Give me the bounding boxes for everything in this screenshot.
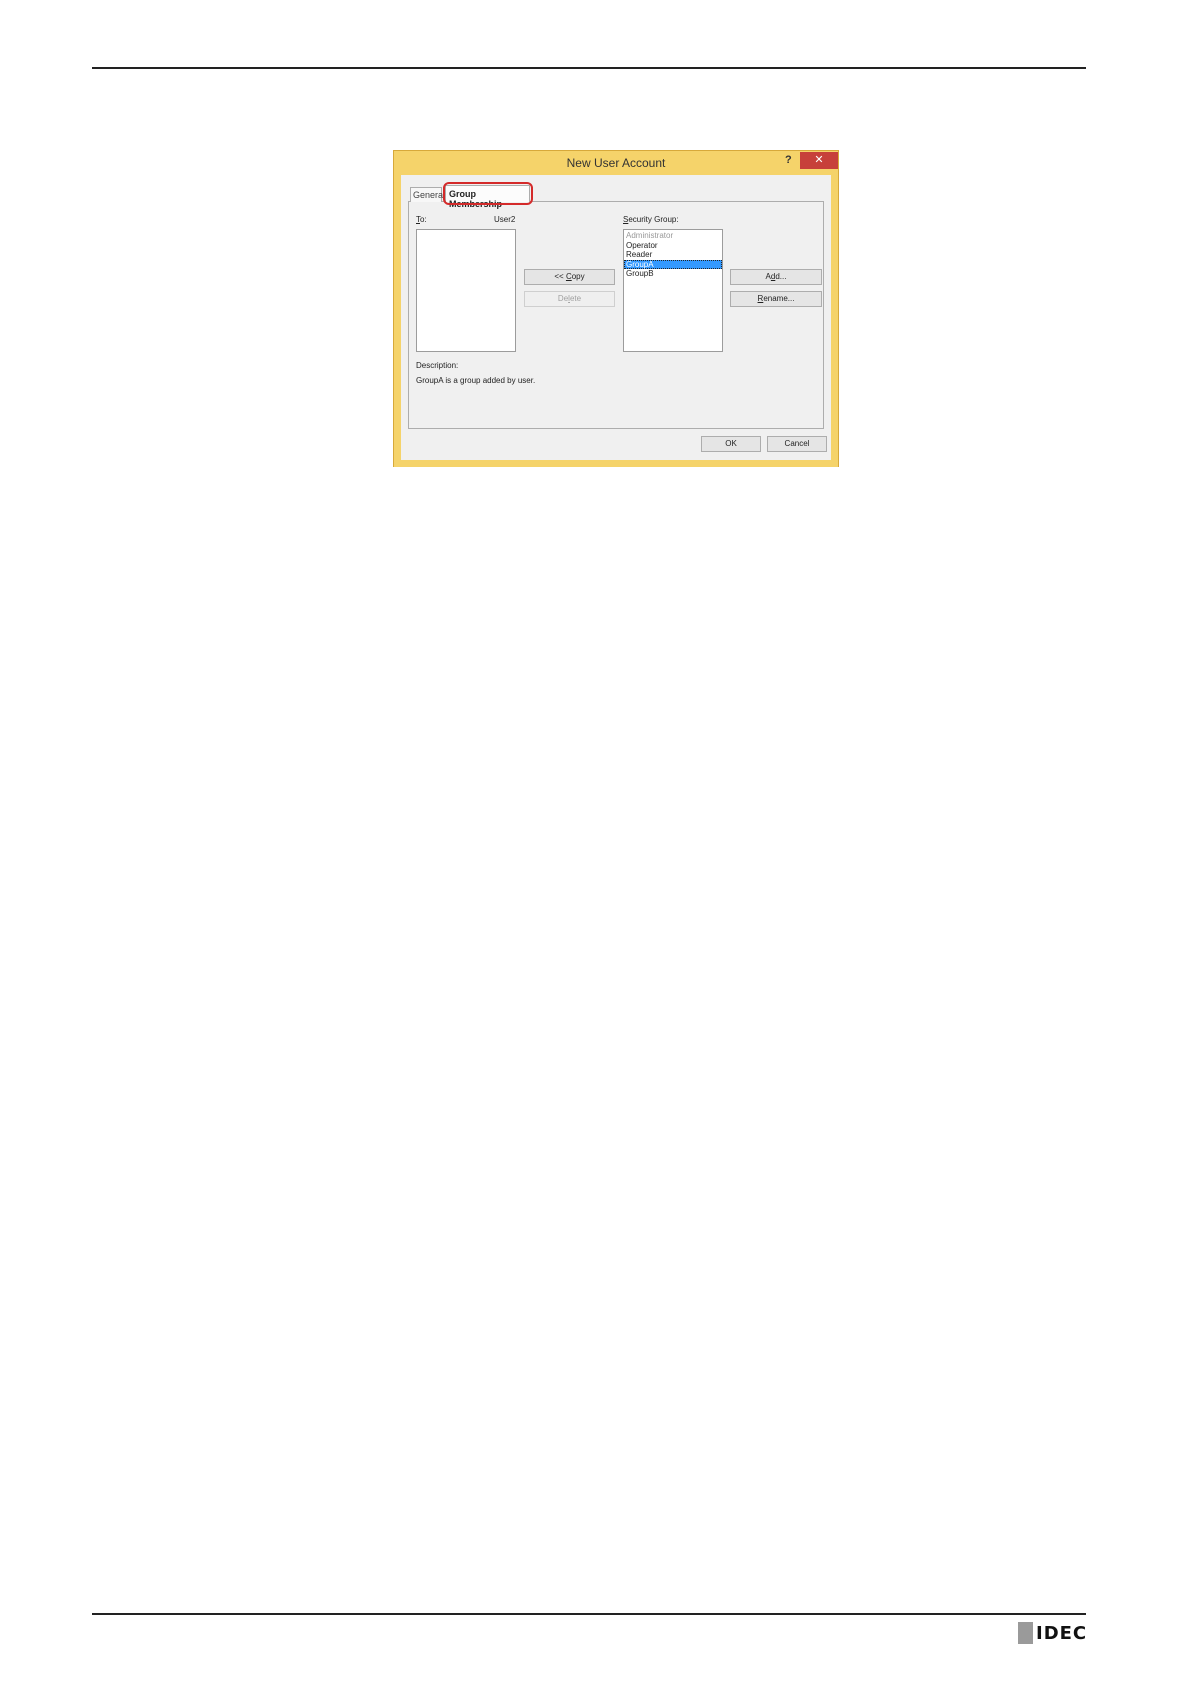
header-rule <box>92 67 1086 69</box>
ok-button[interactable]: OK <box>701 436 761 452</box>
description-label: Description: <box>416 361 459 370</box>
list-item[interactable]: Operator <box>624 241 722 251</box>
copy-button[interactable]: << Copy <box>524 269 615 285</box>
list-item-selected[interactable]: GroupA <box>624 259 722 270</box>
to-user-name: User2 <box>494 215 516 224</box>
logo-bar <box>1018 1622 1033 1644</box>
rename-button[interactable]: Rename... <box>730 291 822 307</box>
help-icon[interactable]: ? <box>785 154 792 166</box>
footer-rule <box>92 1613 1086 1615</box>
frame-right <box>831 175 838 467</box>
add-button[interactable]: Add... <box>730 269 822 285</box>
frame-bottom <box>394 460 838 467</box>
security-group-label: Security Group: <box>623 215 679 224</box>
tab-general[interactable]: General <box>410 187 445 202</box>
logo-text: IDEC <box>1036 1622 1088 1644</box>
to-label: To: <box>416 215 427 224</box>
cancel-button[interactable]: Cancel <box>767 436 827 452</box>
description-text: GroupA is a group added by user. <box>416 376 536 385</box>
security-group-list[interactable]: Administrator Operator Reader GroupA Gro… <box>623 229 723 352</box>
list-item[interactable]: Reader <box>624 250 722 260</box>
list-item[interactable]: Administrator <box>624 231 722 241</box>
idec-logo: IDEC <box>1018 1622 1087 1644</box>
title-bar: New User Account ? ✕ <box>394 151 838 175</box>
frame-left <box>394 175 401 467</box>
dialog-title: New User Account <box>566 156 666 170</box>
new-user-account-dialog: New User Account ? ✕ General Group Membe… <box>393 150 839 467</box>
list-item[interactable]: GroupB <box>624 269 722 279</box>
to-list[interactable] <box>416 229 516 352</box>
tab-highlight-annotation <box>443 182 533 205</box>
delete-button[interactable]: Delete <box>524 291 615 307</box>
close-icon[interactable]: ✕ <box>800 152 838 169</box>
